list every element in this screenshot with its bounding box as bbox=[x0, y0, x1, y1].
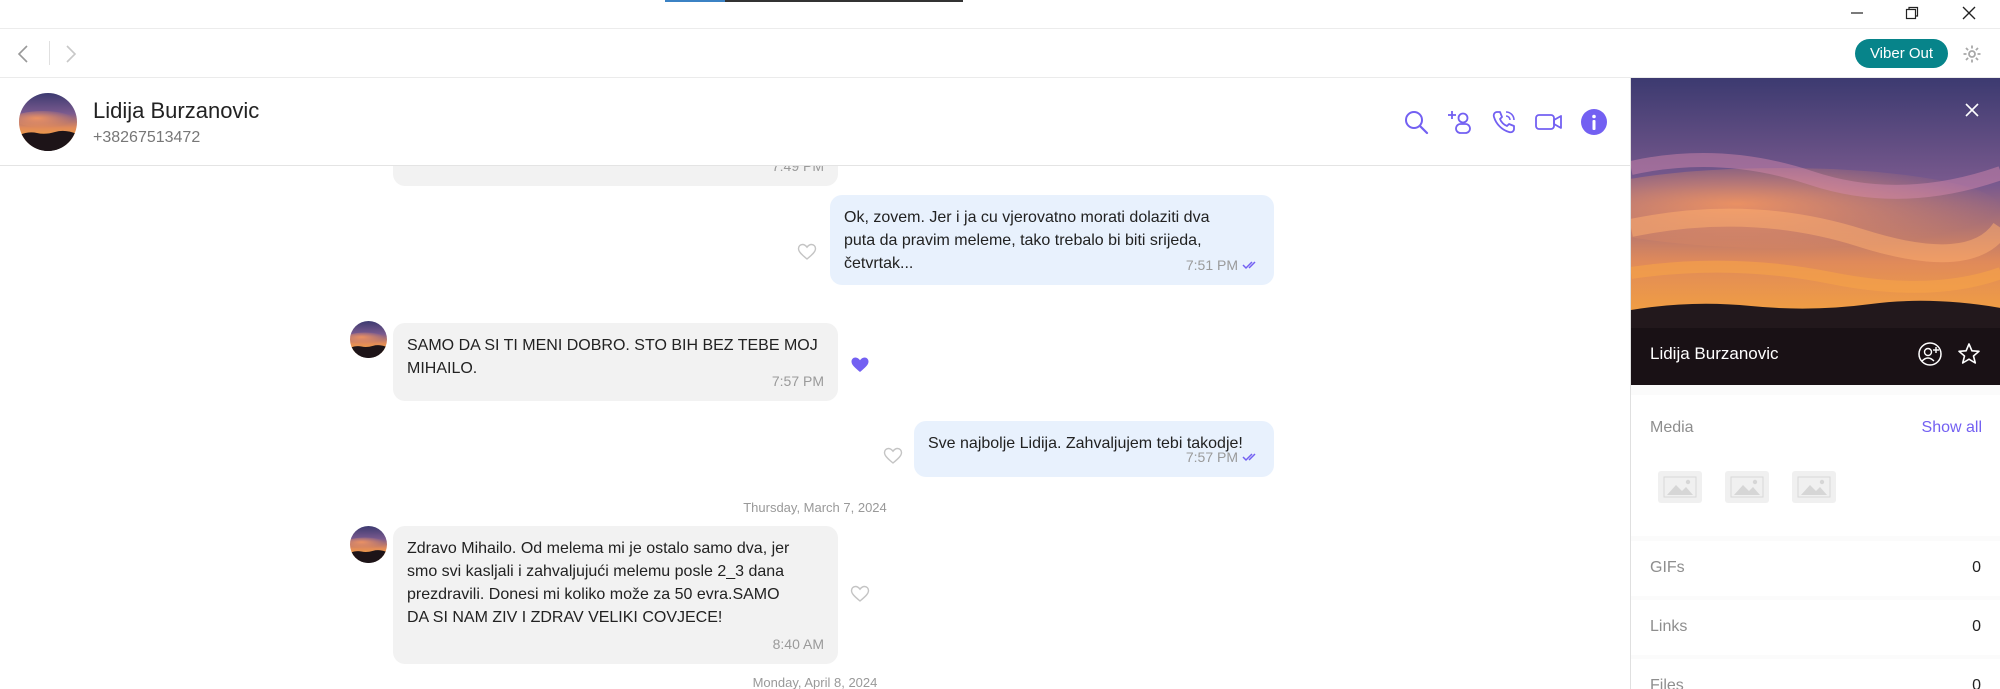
heart-filled-icon[interactable] bbox=[846, 351, 874, 379]
heart-outline-icon[interactable] bbox=[793, 238, 821, 266]
contact-phone: +38267513472 bbox=[93, 129, 201, 146]
avatar[interactable] bbox=[350, 321, 387, 358]
message-bubble-incoming[interactable]: Zdravo Mihailo. Od melema mi je ostalo s… bbox=[393, 526, 838, 664]
double-check-icon bbox=[1242, 254, 1260, 277]
close-icon[interactable] bbox=[1947, 0, 1991, 26]
chat-header: Lidija Burzanovic +38267513472 bbox=[0, 78, 1630, 166]
minimize-icon[interactable] bbox=[1835, 0, 1879, 26]
message-text: Zdravo Mihailo. Od melema mi je ostalo s… bbox=[407, 540, 790, 626]
image-placeholder-icon[interactable] bbox=[1725, 471, 1769, 503]
links-row[interactable]: Links 0 bbox=[1631, 600, 2000, 655]
message-bubble-outgoing[interactable]: Sve najbolje Lidija. Zahvaljujem tebi ta… bbox=[914, 421, 1274, 477]
message-meta: 8:40 AM bbox=[772, 636, 824, 652]
titlebar-accent bbox=[665, 0, 963, 2]
message-text: SAMO DA SI TI MENI DOBRO. STO BIH BEZ TE… bbox=[407, 337, 818, 377]
heart-outline-icon[interactable] bbox=[879, 442, 907, 470]
gifs-count: 0 bbox=[1972, 559, 1981, 576]
avatar[interactable] bbox=[350, 526, 387, 563]
restore-icon[interactable] bbox=[1890, 0, 1934, 26]
links-count: 0 bbox=[1972, 618, 1981, 635]
contact-name: Lidija Burzanovic bbox=[93, 98, 260, 123]
message-bubble-outgoing[interactable]: Ok, zovem. Jer i ja cu vjerovatno morati… bbox=[830, 195, 1274, 285]
contact-info-panel: Lidija Burzanovic Media Show all GIFs 0 … bbox=[1630, 78, 2000, 689]
chevron-right-icon[interactable] bbox=[58, 41, 84, 67]
star-icon[interactable] bbox=[1955, 340, 1983, 368]
heart-outline-icon[interactable] bbox=[846, 580, 874, 608]
gear-icon[interactable] bbox=[1960, 42, 1984, 66]
add-participant-icon[interactable] bbox=[1444, 106, 1476, 138]
chevron-left-icon[interactable] bbox=[10, 41, 36, 67]
message-meta: 7:57 PM bbox=[1186, 446, 1260, 469]
message-meta: 7:51 PM bbox=[1186, 254, 1260, 277]
message-list[interactable]: 7:49 PM Ok, zovem. Jer i ja cu vjerovatn… bbox=[0, 166, 1630, 689]
search-icon[interactable] bbox=[1400, 106, 1432, 138]
show-all-link[interactable]: Show all bbox=[1922, 419, 1982, 437]
image-placeholder-icon[interactable] bbox=[1792, 471, 1836, 503]
message-time: 7:49 PM bbox=[771, 166, 824, 174]
info-icon[interactable] bbox=[1578, 106, 1610, 138]
message-bubble-incoming[interactable]: SAMO DA SI TI MENI DOBRO. STO BIH BEZ TE… bbox=[393, 323, 838, 401]
files-count: 0 bbox=[1972, 677, 1981, 689]
message-meta: 7:57 PM bbox=[771, 373, 824, 389]
gifs-label: GIFs bbox=[1650, 559, 1685, 576]
nav-divider bbox=[49, 41, 50, 65]
viber-out-button[interactable]: Viber Out bbox=[1855, 39, 1948, 68]
add-contact-icon[interactable] bbox=[1916, 340, 1944, 368]
date-separator: Monday, April 8, 2024 bbox=[752, 675, 878, 689]
window-titlebar bbox=[0, 0, 2000, 29]
image-placeholder-icon[interactable] bbox=[1658, 471, 1702, 503]
close-panel-icon[interactable] bbox=[1958, 96, 1986, 124]
double-check-icon bbox=[1242, 446, 1260, 469]
message-bubble-partial[interactable]: 7:49 PM bbox=[393, 166, 838, 186]
video-call-icon[interactable] bbox=[1533, 106, 1565, 138]
avatar[interactable] bbox=[19, 93, 77, 151]
media-section: Media Show all bbox=[1631, 395, 2000, 536]
app-toolbar: Viber Out bbox=[0, 29, 2000, 78]
contact-cover-photo: Lidija Burzanovic bbox=[1631, 78, 2000, 385]
date-separator: Thursday, March 7, 2024 bbox=[743, 500, 887, 515]
phone-icon[interactable] bbox=[1488, 106, 1520, 138]
gifs-row[interactable]: GIFs 0 bbox=[1631, 541, 2000, 596]
media-label: Media bbox=[1650, 419, 1694, 436]
cover-contact-name: Lidija Burzanovic bbox=[1650, 344, 1779, 363]
files-label: Files bbox=[1650, 677, 1684, 689]
links-label: Links bbox=[1650, 618, 1688, 635]
files-row[interactable]: Files 0 bbox=[1631, 659, 2000, 689]
